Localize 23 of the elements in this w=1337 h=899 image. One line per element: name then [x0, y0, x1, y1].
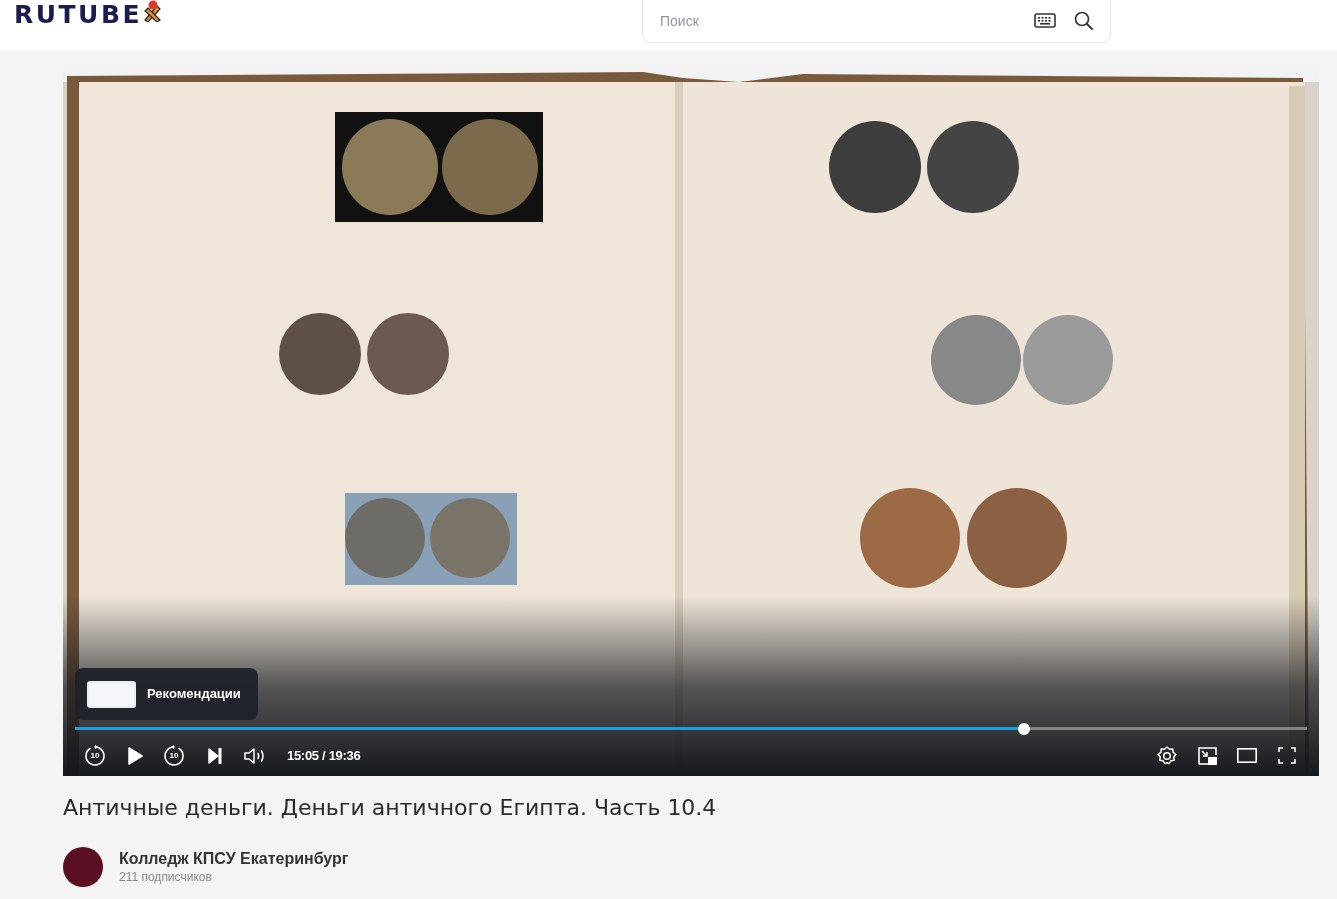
channel-name[interactable]: Колледж КПСУ Екатеринбург [119, 849, 349, 869]
volume-icon[interactable] [244, 747, 266, 764]
recommendations-button[interactable]: Рекомендации [75, 668, 258, 720]
theater-mode-icon[interactable] [1237, 748, 1257, 763]
fullscreen-icon[interactable] [1278, 747, 1296, 764]
time-display: 15:05 / 19:36 [287, 746, 361, 765]
logo-text[interactable]: RUTUBE [14, 4, 143, 26]
search-field[interactable]: Поиск [642, 0, 1111, 43]
keyboard-icon[interactable] [1034, 13, 1056, 28]
subscriber-count: 211 подписчиков [119, 869, 212, 885]
forward-button[interactable]: 10 [163, 744, 185, 767]
settings-icon[interactable] [1157, 745, 1177, 766]
picture-in-picture-icon[interactable] [1198, 746, 1217, 765]
video-title: Античные деньги. Деньги античного Египта. Часть 10.4 [63, 794, 717, 822]
search-icon[interactable] [1074, 11, 1093, 30]
circular-arrow-icon [163, 744, 185, 767]
thumbnail-placeholder [87, 680, 136, 708]
rewind-button[interactable]: 10 [84, 744, 106, 767]
ribbon-icon [142, 0, 163, 22]
next-icon[interactable] [208, 747, 222, 764]
channel-avatar[interactable] [63, 847, 103, 887]
circular-arrow-icon [84, 744, 106, 767]
progress-track[interactable] [75, 727, 1307, 730]
